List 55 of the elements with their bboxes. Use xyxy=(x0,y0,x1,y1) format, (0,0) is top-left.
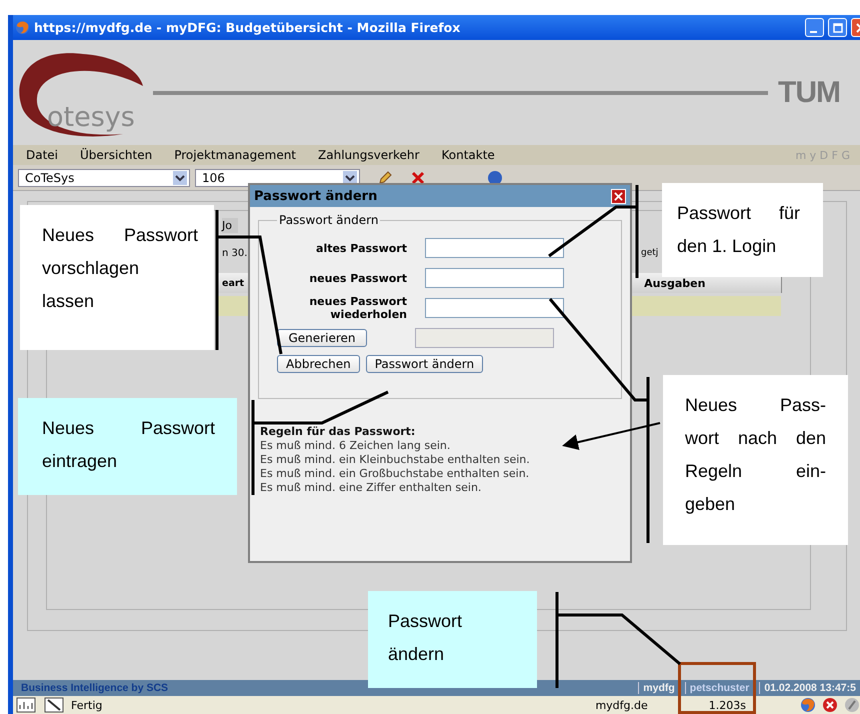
column-header: Ausgaben xyxy=(644,276,706,290)
emblem: TUM xyxy=(778,76,840,110)
group-legend: Passwort ändern xyxy=(277,213,380,227)
maximize-icon xyxy=(832,22,842,32)
rules-heading: Regeln für das Passwort: xyxy=(260,425,416,439)
tab[interactable]: Jo xyxy=(222,218,238,233)
dialog-button[interactable]: Passwort ändern xyxy=(366,355,484,373)
menu-item[interactable]: Kontakte xyxy=(441,148,495,162)
rule-text: Es muß mind. ein Kleinbuchstabe enthalten sein. xyxy=(260,453,531,467)
rule-text: Es muß mind. 6 Zeichen lang sein. xyxy=(260,439,452,453)
dialog-title: Passwort ändern xyxy=(254,188,378,204)
rule-text: Es muß mind. eine Ziffer enthalten sein. xyxy=(260,481,482,495)
firefox-icon xyxy=(15,20,30,35)
status-text: Fertig xyxy=(71,698,102,712)
dropdown-icon xyxy=(343,170,357,184)
callout-text: Passwort für den 1. Login xyxy=(677,202,800,258)
minimize-button[interactable] xyxy=(805,18,824,37)
date-text: n 30. xyxy=(222,248,248,258)
footer-brand: Business Intelligence by SCS xyxy=(21,682,168,694)
firefox-icon[interactable] xyxy=(800,697,816,713)
menu-item[interactable]: Übersichten xyxy=(80,148,152,162)
host-text: mydfg.de xyxy=(595,698,648,712)
field-label: altes Passwort xyxy=(315,242,407,254)
field-label: neues Passwort xyxy=(308,272,407,284)
close-button[interactable] xyxy=(611,188,626,204)
maximize-button[interactable] xyxy=(828,18,847,37)
select-field[interactable]: CoTeSys xyxy=(18,168,190,186)
menu-item[interactable]: Zahlungsverkehr xyxy=(318,148,420,162)
callout-text: Neues Passwort vorschlagen lassen xyxy=(42,224,198,313)
callout-text: Neues Passwort eintragen xyxy=(42,417,215,473)
status-item[interactable]: mydfg xyxy=(638,682,679,694)
stop-icon[interactable] xyxy=(822,697,838,713)
blocked-icon[interactable] xyxy=(844,697,860,713)
callout-text: Neues Pass- wort nach den Regeln ein- geben xyxy=(685,394,826,516)
dialog-button[interactable]: Abbrechen xyxy=(277,355,360,373)
status-item[interactable]: 01.02.2008 13:47:5 xyxy=(759,682,860,694)
menu-item[interactable]: Projektmanagement xyxy=(174,148,296,162)
menu-item[interactable]: Datei xyxy=(26,148,58,162)
input-field[interactable] xyxy=(425,238,564,258)
dropdown-icon xyxy=(173,170,187,184)
window-title: https://mydfg.de - myDFG: Budgetübersicht - Mozilla Firefox xyxy=(34,20,462,35)
year-text: getj xyxy=(641,248,658,258)
minimize-icon xyxy=(810,30,817,32)
rule-text: Es muß mind. ein Großbuchstabe enthalten sein. xyxy=(260,467,530,481)
pipette-icon[interactable] xyxy=(43,697,65,713)
field-label: neues Passwort wiederholen xyxy=(308,295,407,321)
chart-icon[interactable] xyxy=(15,697,37,713)
timing-text: 1.203s xyxy=(708,698,746,712)
generate-button[interactable]: Generieren xyxy=(277,329,367,347)
input-field[interactable] xyxy=(425,268,564,288)
input-field[interactable] xyxy=(425,298,564,318)
column-header: eart xyxy=(222,278,244,288)
delete-icon[interactable] xyxy=(410,170,426,186)
callout-text: Passwort ändern xyxy=(388,610,464,666)
close-icon xyxy=(614,192,623,200)
